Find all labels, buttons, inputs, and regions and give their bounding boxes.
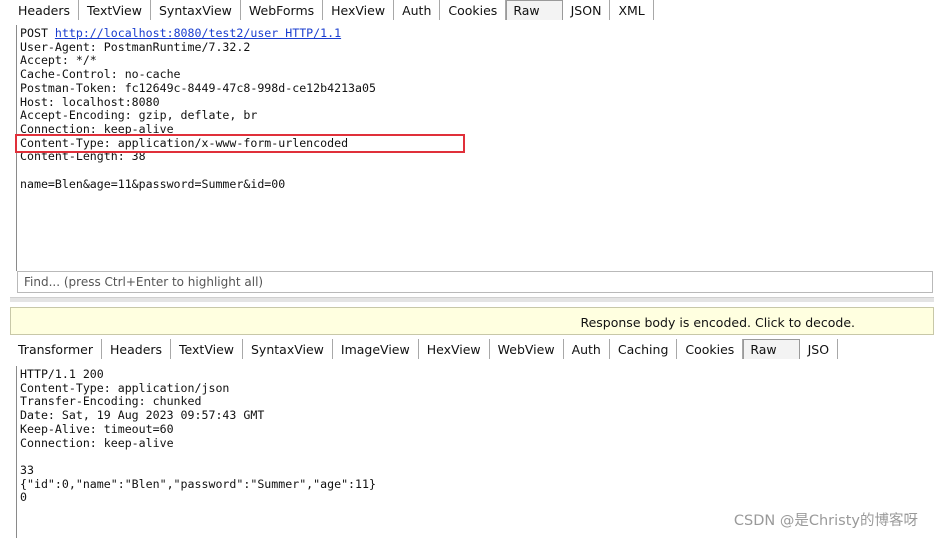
pane-splitter[interactable]	[10, 297, 934, 302]
tab-res-syntaxview[interactable]: SyntaxView	[243, 339, 333, 359]
response-line: Keep-Alive: timeout=60	[20, 421, 174, 436]
request-body: name=Blen&age=11&password=Summer&id=00	[20, 176, 286, 191]
find-input[interactable]: Find... (press Ctrl+Enter to highlight a…	[17, 271, 933, 293]
response-line: Transfer-Encoding: chunked	[20, 394, 202, 409]
request-header-line: Cache-Control: no-cache	[20, 67, 181, 82]
csdn-watermark: CSDN @是Christy的博客呀	[733, 513, 918, 529]
tab-res-caching[interactable]: Caching	[609, 339, 678, 359]
request-header-line: Postman-Token: fc12649c-8449-47c8-998d-c…	[20, 80, 376, 95]
tab-res-raw[interactable]: Raw	[743, 339, 800, 359]
tab-req-hexview[interactable]: HexView	[323, 0, 395, 20]
tab-req-xml[interactable]: XML	[610, 0, 654, 20]
tab-res-imageview[interactable]: ImageView	[332, 339, 419, 359]
tab-req-webforms[interactable]: WebForms	[240, 0, 324, 20]
request-url-link[interactable]: http://localhost:8080/test2/user HTTP/1.…	[55, 26, 341, 40]
request-header-line: Host: localhost:8080	[20, 94, 160, 109]
tab-req-textview[interactable]: TextView	[79, 0, 151, 20]
tab-res-json[interactable]: JSO	[799, 339, 839, 359]
tab-res-transformer[interactable]: Transformer	[10, 339, 103, 359]
tab-res-auth[interactable]: Auth	[563, 339, 610, 359]
tab-res-headers[interactable]: Headers	[102, 339, 172, 359]
response-line: 33	[20, 462, 34, 477]
response-line: 0	[20, 490, 27, 505]
request-header-line: Accept: */*	[20, 53, 97, 68]
tab-res-cookies[interactable]: Cookies	[677, 339, 744, 359]
request-tabbar: Headers TextView SyntaxView WebForms Hex…	[10, 0, 934, 20]
decode-notice-bar[interactable]: Response body is encoded. Click to decod…	[10, 307, 934, 335]
response-line: Connection: keep-alive	[20, 435, 174, 450]
request-method: POST	[20, 26, 48, 40]
response-raw-text: HTTP/1.1 200 Content-Type: application/j…	[17, 366, 934, 505]
response-json-body: {"id":0,"name":"Blen","password":"Summer…	[20, 476, 376, 491]
tab-res-textview[interactable]: TextView	[171, 339, 243, 359]
tab-req-auth[interactable]: Auth	[394, 0, 441, 20]
tab-req-syntaxview[interactable]: SyntaxView	[150, 0, 241, 20]
tab-res-webview[interactable]: WebView	[489, 339, 564, 359]
request-header-line: User-Agent: PostmanRuntime/7.32.2	[20, 39, 251, 54]
response-line: Content-Type: application/json	[20, 380, 230, 395]
request-raw-text: POST http://localhost:8080/test2/user HT…	[17, 25, 934, 191]
content-type-highlight-box	[15, 134, 465, 153]
tab-req-raw[interactable]: Raw	[506, 0, 563, 20]
tab-res-hexview[interactable]: HexView	[418, 339, 490, 359]
request-header-line: Accept-Encoding: gzip, deflate, br	[20, 108, 258, 123]
response-tabbar: Transformer Headers TextView SyntaxView …	[10, 339, 934, 359]
response-line: Date: Sat, 19 Aug 2023 09:57:43 GMT	[20, 408, 265, 423]
tab-req-cookies[interactable]: Cookies	[440, 0, 507, 20]
tab-req-headers[interactable]: Headers	[10, 0, 80, 20]
tab-req-json[interactable]: JSON	[562, 0, 611, 20]
response-line: HTTP/1.1 200	[20, 367, 104, 381]
